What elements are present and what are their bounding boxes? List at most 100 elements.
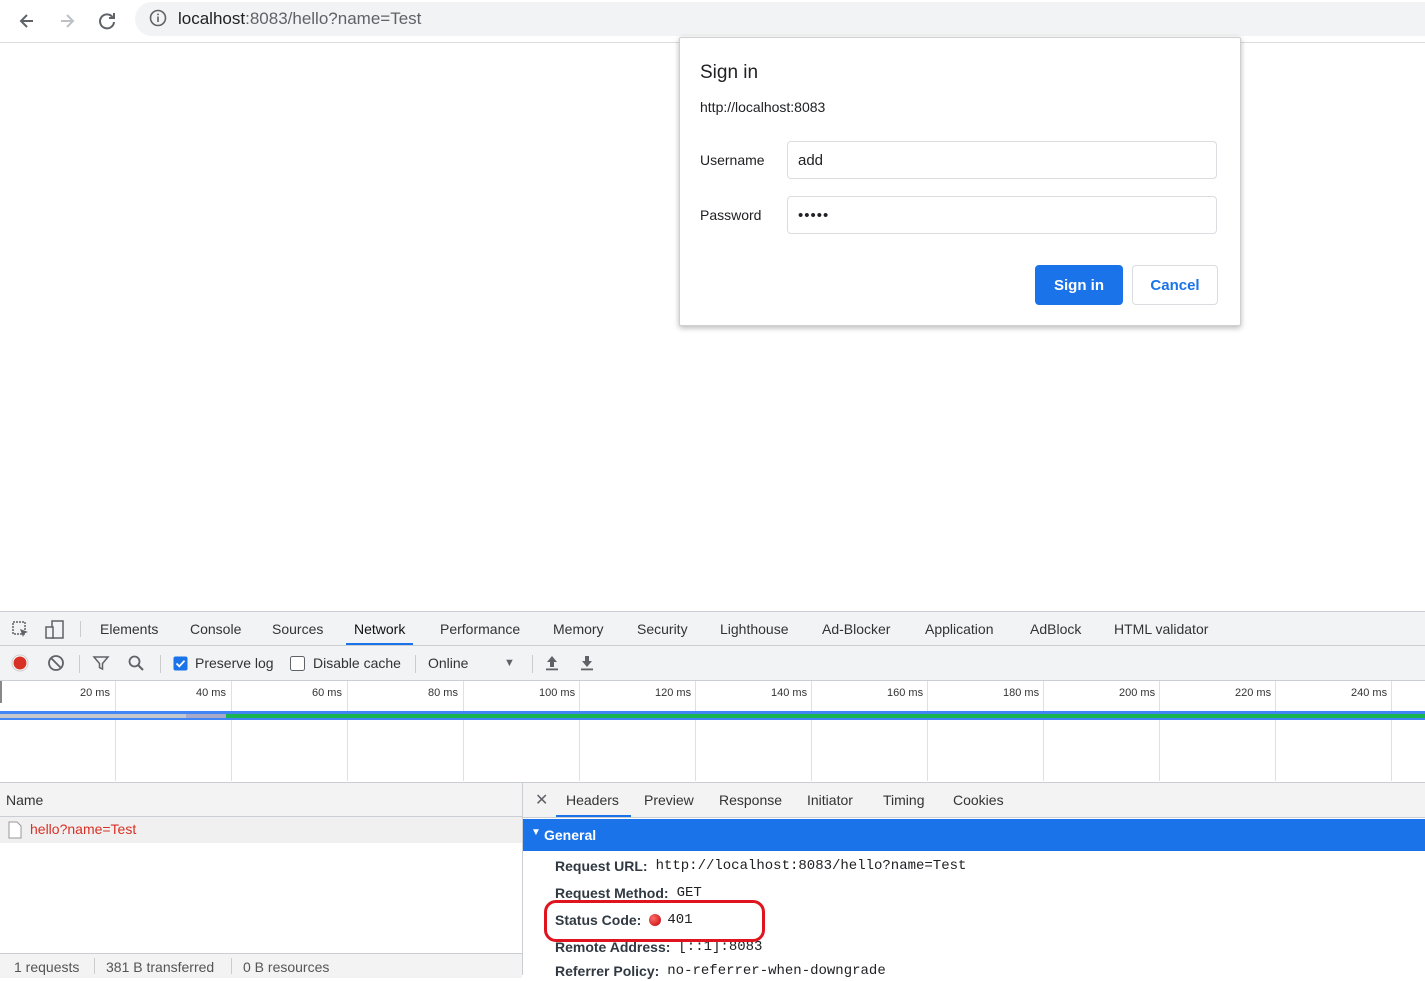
- tick-label: 40 ms: [196, 687, 226, 699]
- tick-label: 100 ms: [539, 687, 576, 699]
- tab-ad-blocker[interactable]: Ad-Blocker: [822, 612, 890, 645]
- export-har-icon[interactable]: [578, 654, 596, 672]
- throttle-select[interactable]: Online ▼: [428, 646, 518, 680]
- cancel-button[interactable]: Cancel: [1132, 265, 1218, 305]
- general-label: General: [544, 827, 597, 843]
- grid-line: [1391, 681, 1392, 781]
- grid-line: [1275, 681, 1276, 781]
- tab-network[interactable]: Network: [345, 612, 414, 645]
- request-detail-panel: ✕ Headers Preview Response Initiator Tim…: [523, 783, 1425, 979]
- tab-adblock[interactable]: AdBlock: [1030, 612, 1081, 645]
- grid-line: [1043, 681, 1044, 781]
- grid-line: [463, 681, 464, 781]
- tab-lighthouse[interactable]: Lighthouse: [720, 612, 789, 645]
- import-har-icon[interactable]: [543, 654, 561, 672]
- clear-icon[interactable]: [47, 654, 65, 672]
- grid-line: [115, 681, 116, 781]
- sign-in-button[interactable]: Sign in: [1035, 265, 1123, 305]
- url-host: localhost: [178, 9, 246, 28]
- separator: [79, 655, 80, 673]
- tab-initiator[interactable]: Initiator: [807, 783, 853, 817]
- general-section-header[interactable]: ▼ General: [523, 819, 1425, 851]
- separator: [415, 655, 416, 673]
- triangle-down-icon: ▼: [531, 827, 541, 838]
- preserve-log-checkbox[interactable]: Preserve log: [173, 646, 274, 680]
- detail-tab-bar: ✕ Headers Preview Response Initiator Tim…: [523, 783, 1425, 818]
- status-code-highlight: [544, 900, 765, 942]
- filter-icon[interactable]: [92, 654, 110, 672]
- referrer-policy-row: Referrer Policy: no-referrer-when-downgr…: [555, 961, 886, 981]
- sign-in-dialog: Sign in http://localhost:8083 Username a…: [679, 37, 1241, 326]
- grid-line: [927, 681, 928, 781]
- record-icon[interactable]: [11, 654, 29, 672]
- tab-html-validator[interactable]: HTML validator: [1114, 612, 1208, 645]
- tab-application[interactable]: Application: [925, 612, 994, 645]
- tick-label: 140 ms: [771, 687, 808, 699]
- tab-elements[interactable]: Elements: [100, 612, 158, 645]
- separator: [532, 655, 533, 673]
- disable-cache-label: Disable cache: [313, 655, 401, 671]
- inspect-element-icon[interactable]: [11, 620, 31, 640]
- username-field[interactable]: add: [787, 141, 1217, 179]
- preserve-log-label: Preserve log: [195, 655, 274, 671]
- tab-headers[interactable]: Headers: [556, 783, 631, 817]
- tab-timing[interactable]: Timing: [883, 783, 925, 817]
- separator: [160, 655, 161, 673]
- request-url-row: Request URL: http://localhost:8083/hello…: [555, 856, 966, 876]
- network-summary-bar: 1 requests 381 B transferred 0 B resourc…: [0, 953, 522, 978]
- request-url-key: Request URL:: [555, 858, 648, 874]
- grid-line: [695, 681, 696, 781]
- username-value: add: [798, 151, 824, 169]
- checkbox-checked-icon: [173, 656, 188, 670]
- network-lower-area: Name hello?name=Test 1 requests 381 B tr…: [0, 782, 1425, 979]
- request-url-value: http://localhost:8083/hello?name=Test: [655, 858, 967, 874]
- load-bar-bottom: [0, 718, 1425, 720]
- grid-line: [231, 681, 232, 781]
- tick-label: 160 ms: [887, 687, 924, 699]
- devtools-panel: Elements Console Sources Network Perform…: [0, 611, 1425, 979]
- request-list-panel: Name hello?name=Test 1 requests 381 B tr…: [0, 783, 523, 978]
- grid-line: [579, 681, 580, 781]
- grid-line: [811, 681, 812, 781]
- tab-response[interactable]: Response: [719, 783, 782, 817]
- name-column-header[interactable]: Name: [0, 783, 522, 817]
- request-name: hello?name=Test: [30, 821, 137, 837]
- separator: [94, 958, 95, 974]
- tab-memory[interactable]: Memory: [553, 612, 604, 645]
- separator: [231, 958, 232, 974]
- device-toolbar-icon[interactable]: [44, 619, 66, 641]
- password-label: Password: [700, 207, 762, 223]
- request-method-value: GET: [676, 885, 702, 901]
- tab-performance[interactable]: Performance: [440, 612, 520, 645]
- network-controls-bar: Preserve log Disable cache Online ▼: [0, 646, 1425, 681]
- referrer-policy-value: no-referrer-when-downgrade: [667, 963, 886, 979]
- checkbox-unchecked-icon: [290, 655, 305, 671]
- grid-line: [1159, 681, 1160, 781]
- info-icon[interactable]: [148, 8, 168, 28]
- network-overview-timeline[interactable]: 20 ms 40 ms 60 ms 80 ms 100 ms 120 ms 14…: [0, 681, 1425, 782]
- close-icon[interactable]: ✕: [535, 790, 548, 810]
- reload-icon[interactable]: [92, 6, 122, 36]
- devtools-tab-bar: Elements Console Sources Network Perform…: [0, 612, 1425, 646]
- tab-console[interactable]: Console: [190, 612, 241, 645]
- tab-cookies[interactable]: Cookies: [953, 783, 1004, 817]
- dropdown-arrow-icon: ▼: [504, 657, 515, 669]
- tick-label: 60 ms: [312, 687, 342, 699]
- document-icon: [8, 821, 22, 839]
- tab-security[interactable]: Security: [637, 612, 688, 645]
- request-row[interactable]: hello?name=Test: [0, 817, 522, 843]
- username-label: Username: [700, 152, 765, 168]
- tab-sources[interactable]: Sources: [272, 612, 323, 645]
- tick-label: 180 ms: [1003, 687, 1040, 699]
- password-field[interactable]: •••••: [787, 196, 1217, 234]
- disable-cache-checkbox[interactable]: Disable cache: [290, 646, 401, 680]
- tick-label: 80 ms: [428, 687, 458, 699]
- forward-icon[interactable]: [52, 6, 82, 36]
- password-value: •••••: [798, 206, 830, 224]
- tick-label: 240 ms: [1351, 687, 1388, 699]
- timeline-start-marker: [0, 681, 2, 703]
- back-icon[interactable]: [12, 6, 42, 36]
- request-method-key: Request Method:: [555, 885, 669, 901]
- search-icon[interactable]: [127, 654, 145, 672]
- tab-preview[interactable]: Preview: [644, 783, 694, 817]
